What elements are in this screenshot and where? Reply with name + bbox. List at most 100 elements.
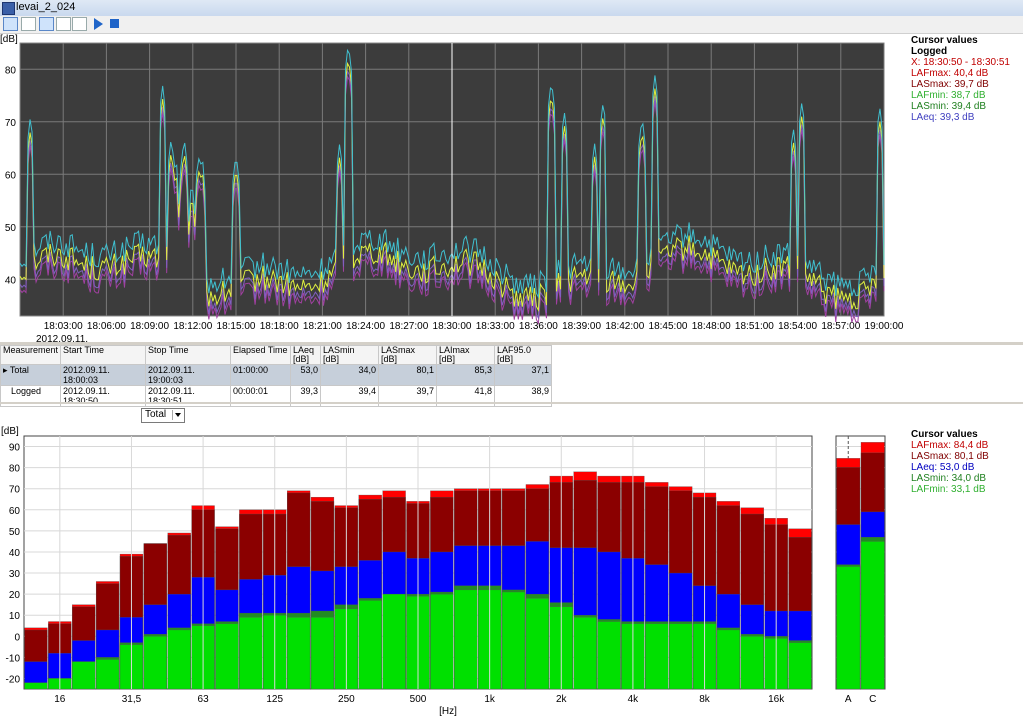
x-axis-label: [Hz] [439, 706, 457, 717]
y-tick-label: 20 [9, 590, 21, 601]
table-row[interactable]: ▸ Total 2012.09.11. 18:00:03 2012.09.11. 1… [0, 364, 553, 386]
bar-lafmin [740, 636, 764, 690]
table-header[interactable]: Measurement [0, 345, 62, 365]
x-tick-label: 16 [54, 694, 66, 705]
window-title: levai_2_024 [16, 1, 76, 13]
table-header[interactable]: Elapsed Time [230, 345, 292, 365]
y-tick-label: 70 [5, 118, 17, 129]
x-tick-label: 18:24:00 [346, 321, 385, 332]
y-tick-label: -10 [6, 653, 21, 664]
cursor-bottom-line: LASmax: 80,1 dB [911, 451, 989, 462]
x-tick-label: 18:48:00 [692, 321, 731, 332]
x-tick-label: 18:33:00 [476, 321, 515, 332]
bar-lafmin [573, 617, 597, 690]
x-tick-label: 4k [628, 694, 640, 705]
y-axis-unit: [dB] [0, 34, 18, 45]
statistics-button[interactable] [56, 17, 71, 31]
x-tick-label: 2k [556, 694, 568, 705]
x-tick-label: 18:51:00 [735, 321, 774, 332]
x-tick-label: 18:03:00 [44, 321, 83, 332]
table-header[interactable]: LAeq [dB] [290, 345, 322, 365]
bar-lafmin [358, 600, 382, 690]
splitter-2[interactable] [0, 402, 1023, 404]
bar-lafmin [167, 629, 191, 690]
overview-button[interactable] [21, 17, 36, 31]
y-tick-label: 80 [5, 65, 17, 76]
total-tick-label: C [869, 694, 876, 705]
cursor-values-panel-top: Cursor values Logged X: 18:30:50 - 18:30… [911, 35, 1021, 123]
bar-lafmin [215, 623, 239, 690]
measurement-select[interactable]: Total [141, 408, 185, 423]
x-tick-label: 125 [266, 694, 283, 705]
toolbar [0, 16, 1023, 34]
time-chart-button[interactable] [3, 17, 18, 31]
app-icon [2, 2, 15, 15]
y-tick-label: 40 [9, 548, 21, 559]
y-tick-label: 10 [9, 611, 21, 622]
cursor-values-title: Cursor values [911, 35, 978, 46]
x-tick-label: 63 [198, 694, 210, 705]
x-tick-label: 18:57:00 [821, 321, 860, 332]
y-tick-label: 60 [5, 170, 17, 181]
bar-lafmin [72, 661, 96, 690]
x-tick-label: 18:54:00 [778, 321, 817, 332]
x-tick-label: 1k [484, 694, 496, 705]
y-tick-label: 0 [14, 632, 20, 643]
spectrum-chart[interactable]: [dB] 90 80 70 60 50 40 30 20 10 0 -10 -20 16 31,5 63 125… [0, 424, 905, 717]
y-tick-label: -20 [6, 674, 21, 685]
table-cell: 37,1 [494, 364, 553, 386]
table-cell: 85,3 [436, 364, 496, 386]
play-icon[interactable] [94, 18, 103, 30]
x-tick-label: 31,5 [122, 694, 142, 705]
cursor-values-subtitle: Logged [911, 46, 948, 57]
x-tick-label: 18:09:00 [130, 321, 169, 332]
stop-icon[interactable] [110, 19, 119, 28]
cursor-bottom-line: LAFmax: 84,4 dB [911, 440, 989, 451]
y-tick-label: 50 [5, 223, 17, 234]
y-tick-label: 30 [9, 569, 21, 580]
export-button[interactable] [72, 17, 87, 31]
x-tick-label: 18:18:00 [260, 321, 299, 332]
time-history-chart[interactable]: [dB] 80 70 60 50 40 18:03:00 18:06:00 18:09:00 18… [0, 33, 905, 345]
x-tick-label: 8k [699, 694, 711, 705]
table-header[interactable]: Start Time [60, 345, 147, 365]
x-tick-label: 18:21:00 [303, 321, 342, 332]
bar-lafmin [95, 659, 120, 690]
bar-lafmin [382, 593, 406, 690]
cursor-top-line: LAFmin: 38,7 dB [911, 90, 986, 101]
table-header[interactable]: LASmax [dB] [378, 345, 438, 365]
y-tick-label: 60 [9, 506, 21, 517]
table-cell: 2012.09.11. 19:00:03 [145, 364, 232, 386]
table-header[interactable]: LASmin [dB] [320, 345, 380, 365]
table-header[interactable]: Stop Time [145, 345, 232, 365]
bar-lafmin [310, 617, 335, 690]
cursor-bottom-line: LAFmin: 33,1 dB [911, 484, 986, 495]
total-tick-label: A [845, 694, 852, 705]
x-tick-label: 16k [768, 694, 785, 705]
chevron-down-icon[interactable] [172, 410, 183, 420]
table-cell: 53,0 [290, 364, 322, 386]
y-tick-label: 80 [9, 464, 21, 475]
y-tick-label: 40 [5, 275, 17, 286]
x-tick-label: 18:15:00 [217, 321, 256, 332]
y-tick-label: 70 [9, 485, 21, 496]
cursor-top-line: LASmax: 39,7 dB [911, 79, 989, 90]
table-cell: ▸ Total [0, 364, 62, 386]
table-header[interactable]: LAF95.0 [dB] [494, 345, 553, 365]
cursor-top-line: LAFmax: 40,4 dB [911, 68, 989, 79]
table-cell: 34,0 [320, 364, 380, 386]
x-tick-label: 18:06:00 [87, 321, 126, 332]
bar-lafmin [645, 623, 669, 690]
cursor-top-line: X: 18:30:50 - 18:30:51 [911, 57, 1010, 68]
table-cell: 80,1 [378, 364, 438, 386]
cursor-bottom-line: LAeq: 53,0 dB [911, 462, 975, 473]
table-header[interactable]: LAImax [dB] [436, 345, 496, 365]
bar-lafmin [525, 598, 549, 690]
measurement-table: Measurement Start Time Stop Time Elapsed Ti… [0, 345, 553, 407]
x-tick-label: 19:00:00 [865, 321, 904, 332]
bar-lafmin [669, 623, 693, 690]
spectrum-button[interactable] [39, 17, 54, 31]
bar-lafmin [716, 629, 741, 690]
x-tick-label: 250 [338, 694, 355, 705]
table-cell: 2012.09.11. 18:00:03 [60, 364, 147, 386]
